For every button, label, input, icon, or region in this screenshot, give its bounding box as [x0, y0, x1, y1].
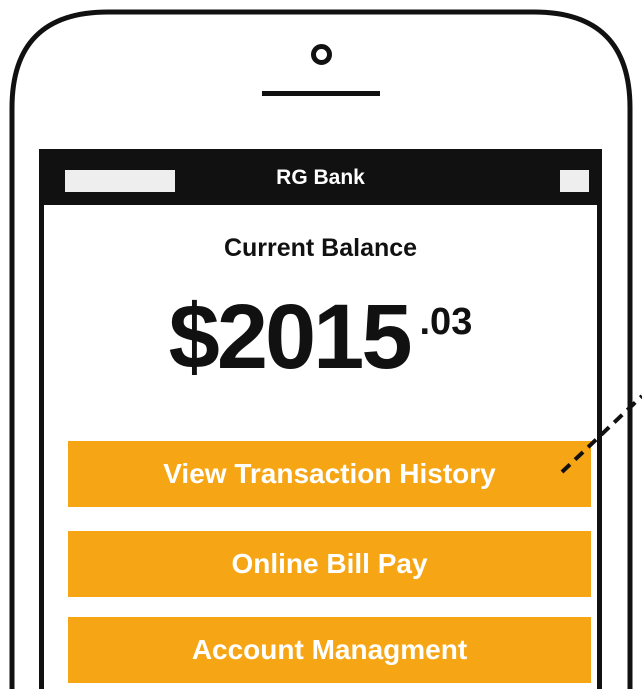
phone-wireframe: RG Bank Current Balance $2015.03 View Tr… [0, 0, 642, 689]
app-header-bar: RG Bank [44, 149, 597, 205]
status-placeholder-right [560, 170, 589, 192]
balance-label: Current Balance [223, 234, 418, 262]
balance-amount: $2015.03 [44, 291, 597, 383]
balance-dollars: $2015 [168, 286, 413, 388]
camera-icon [311, 44, 332, 65]
account-management-button[interactable]: Account Managment [68, 617, 591, 683]
phone-screen: RG Bank Current Balance $2015.03 View Tr… [39, 149, 602, 689]
balance-cents: .03 [419, 301, 473, 343]
speaker-icon [262, 91, 380, 96]
app-title: RG Bank [276, 166, 365, 189]
online-bill-pay-button[interactable]: Online Bill Pay [68, 531, 591, 597]
view-transaction-history-button[interactable]: View Transaction History [68, 441, 591, 507]
